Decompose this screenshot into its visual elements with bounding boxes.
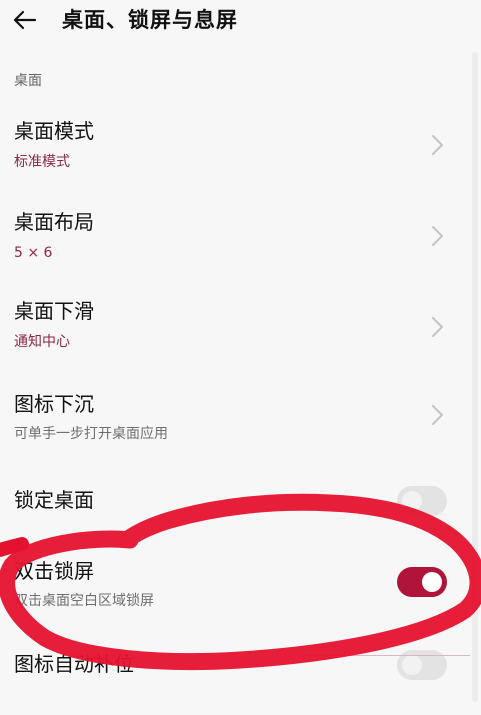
- setting-row-desktop-swipe-down[interactable]: 桌面下滑 通知中心: [0, 292, 470, 366]
- back-button[interactable]: [10, 6, 40, 34]
- setting-row-icon-sink[interactable]: 图标下沉 可单手一步打开桌面应用: [0, 386, 470, 460]
- setting-title: 双击锁屏: [14, 559, 94, 583]
- header-bar: 桌面、锁屏与息屏: [0, 0, 481, 44]
- lock-desktop-toggle[interactable]: [397, 486, 447, 516]
- setting-title: 桌面模式: [14, 119, 94, 143]
- chevron-right-icon: [432, 135, 443, 155]
- setting-title: 桌面布局: [14, 210, 94, 234]
- chevron-right-icon: [432, 226, 443, 246]
- setting-title: 图标下沉: [14, 392, 94, 416]
- scrollbar-track[interactable]: [472, 52, 478, 702]
- double-tap-lock-toggle[interactable]: [397, 567, 447, 597]
- toggle-knob: [422, 572, 442, 592]
- section-label-desktop: 桌面: [14, 73, 42, 89]
- setting-value: 通知中心: [14, 334, 70, 350]
- setting-value: 5 × 6: [14, 245, 53, 261]
- setting-row-double-tap-lock[interactable]: 双击锁屏 双击桌面空白区域锁屏: [0, 555, 470, 619]
- setting-row-icon-auto-fill[interactable]: 图标自动补位: [0, 648, 470, 688]
- chevron-right-icon: [432, 317, 443, 337]
- divider: [300, 655, 470, 656]
- setting-value: 标准模式: [14, 154, 70, 170]
- setting-row-desktop-layout[interactable]: 桌面布局 5 × 6: [0, 203, 470, 277]
- toggle-knob: [402, 491, 422, 511]
- setting-description: 可单手一步打开桌面应用: [14, 426, 168, 442]
- setting-description: 双击桌面空白区域锁屏: [14, 593, 154, 609]
- chevron-right-icon: [432, 405, 443, 425]
- setting-title: 锁定桌面: [14, 488, 94, 512]
- setting-row-desktop-mode[interactable]: 桌面模式 标准模式: [0, 112, 470, 186]
- setting-title: 图标自动补位: [14, 652, 134, 676]
- toggle-knob: [402, 655, 422, 675]
- page-title: 桌面、锁屏与息屏: [62, 8, 238, 32]
- setting-title: 桌面下滑: [14, 299, 94, 323]
- setting-row-lock-desktop[interactable]: 锁定桌面: [0, 484, 470, 524]
- arrow-left-icon: [13, 10, 37, 30]
